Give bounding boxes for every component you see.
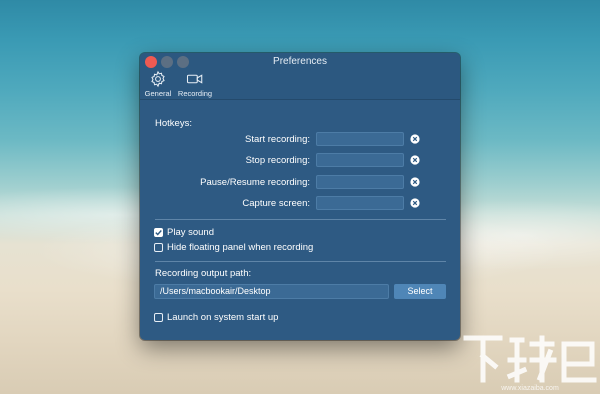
preferences-window: Preferences General Recording Hotkeys: S… <box>140 53 460 340</box>
gear-icon <box>151 70 165 88</box>
capture-screen-hotkey-field[interactable] <box>316 196 404 210</box>
hide-floating-panel-label[interactable]: Hide floating panel when recording <box>167 242 313 253</box>
svg-text:www.xiazaiba.com: www.xiazaiba.com <box>500 385 559 392</box>
capture-screen-label: Capture screen: <box>242 198 310 209</box>
play-sound-checkbox[interactable] <box>154 228 163 237</box>
divider <box>155 219 446 220</box>
clear-pause-resume-icon[interactable] <box>410 177 420 187</box>
output-path-heading: Recording output path: <box>155 268 252 279</box>
launch-on-startup-checkbox[interactable] <box>154 313 163 322</box>
stop-recording-label: Stop recording: <box>245 155 310 166</box>
stop-recording-hotkey-field[interactable] <box>316 153 404 167</box>
pause-resume-hotkey-field[interactable] <box>316 175 404 189</box>
start-recording-label: Start recording: <box>245 134 310 145</box>
video-camera-icon <box>186 74 203 84</box>
divider <box>155 261 446 262</box>
play-sound-label[interactable]: Play sound <box>167 227 214 238</box>
xiazaiba-watermark-logo: www.xiazaiba.com <box>463 335 597 392</box>
title-bar: Preferences General Recording <box>140 53 460 100</box>
clear-capture-screen-icon[interactable] <box>410 198 420 208</box>
window-title: Preferences <box>273 56 327 67</box>
checkmark-icon <box>155 230 162 236</box>
tab-general[interactable]: General <box>143 70 173 98</box>
clear-stop-recording-icon[interactable] <box>410 155 420 165</box>
select-path-button[interactable]: Select <box>394 284 446 299</box>
tab-recording[interactable]: Recording <box>175 70 215 98</box>
clear-start-recording-icon[interactable] <box>410 134 420 144</box>
launch-on-startup-label[interactable]: Launch on system start up <box>167 312 278 323</box>
pause-resume-recording-label: Pause/Resume recording: <box>200 177 310 188</box>
tab-general-label: General <box>144 89 172 98</box>
hotkeys-heading: Hotkeys: <box>155 118 192 129</box>
tab-recording-label: Recording <box>177 89 213 98</box>
output-path-field[interactable]: /Users/macbookair/Desktop <box>154 284 389 299</box>
hide-floating-panel-checkbox[interactable] <box>154 243 163 252</box>
start-recording-hotkey-field[interactable] <box>316 132 404 146</box>
